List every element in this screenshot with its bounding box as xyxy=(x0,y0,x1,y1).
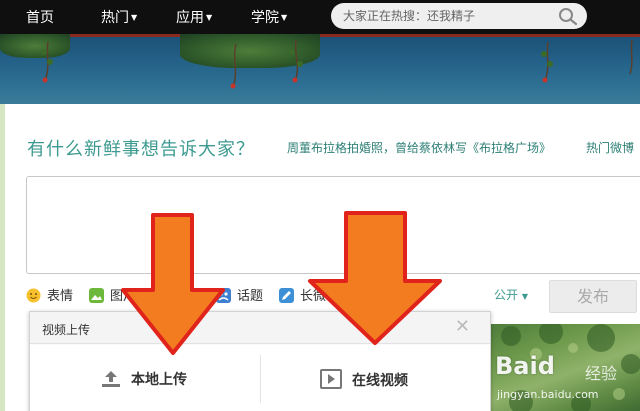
chevron-down-icon: ▼ xyxy=(281,13,288,22)
long-weibo-label: 长微博 xyxy=(300,289,340,304)
upload-icon xyxy=(102,371,120,387)
popup-divider xyxy=(260,355,261,403)
topic-label: 话题 xyxy=(237,289,264,304)
chevron-down-icon: ▼ xyxy=(131,13,138,22)
popup-header: 视频上传 ✕ xyxy=(30,312,490,344)
emoji-label: 表情 xyxy=(47,289,74,304)
edit-icon xyxy=(279,288,294,303)
local-upload-label: 本地上传 xyxy=(131,372,187,388)
image-icon xyxy=(89,288,104,303)
watermark-url: jingyan.baidu.com xyxy=(497,388,599,401)
header-banner xyxy=(0,34,640,104)
chevron-down-icon: ▼ xyxy=(521,292,528,301)
image-label: 图片 xyxy=(110,289,137,304)
top-nav-bar: 首页 热门 ▼ 应用 ▼ 学院 ▼ xyxy=(0,0,640,34)
nav-apps-label: 应用 xyxy=(176,10,204,26)
nav-apps[interactable]: 应用 ▼ xyxy=(176,7,212,27)
hot-topic-link[interactable]: 周董布拉格拍婚照，曾给蔡依林写《布拉格广场》 xyxy=(287,139,551,156)
popup-title: 视频上传 xyxy=(42,323,91,337)
popup-body: 本地上传 在线视频 xyxy=(30,345,490,411)
side-photo: Baid 经验 jingyan.baidu.com xyxy=(491,324,640,411)
visibility-select[interactable]: 公开 ▼ xyxy=(494,286,528,303)
jingyan-watermark: 经验 xyxy=(585,364,618,383)
video-button[interactable]: 视频 xyxy=(152,285,178,303)
long-weibo-button[interactable]: 长微博 xyxy=(279,285,340,304)
smile-icon xyxy=(26,288,41,303)
play-icon xyxy=(320,369,342,389)
composer-prompt: 有什么新鲜事想告诉大家？ xyxy=(27,139,255,160)
search-input[interactable] xyxy=(343,7,553,25)
topic-icon xyxy=(216,288,231,303)
publish-button[interactable]: 发布 xyxy=(549,280,637,313)
video-upload-popup: 视频上传 ✕ 本地上传 在线视频 xyxy=(29,311,491,411)
search-icon[interactable] xyxy=(557,6,579,26)
image-button[interactable]: 图片 xyxy=(89,285,137,304)
nav-home[interactable]: 首页 xyxy=(26,7,54,27)
banner-decoration xyxy=(41,39,633,89)
post-textarea[interactable] xyxy=(26,176,640,274)
close-icon[interactable]: ✕ xyxy=(455,316,470,337)
local-upload-button[interactable]: 本地上传 xyxy=(101,369,187,389)
nav-academy-label: 学院 xyxy=(251,10,279,26)
online-video-button[interactable]: 在线视频 xyxy=(320,369,408,390)
nav-academy[interactable]: 学院 ▼ xyxy=(251,7,287,27)
topic-button[interactable]: 话题 xyxy=(216,285,264,304)
hot-weibo-link[interactable]: 热门微博 xyxy=(586,139,634,156)
emoji-button[interactable]: 表情 xyxy=(26,285,74,304)
search-box xyxy=(331,3,587,29)
baidu-watermark: Baid xyxy=(495,352,555,380)
chevron-down-icon: ▼ xyxy=(206,13,213,22)
nav-hot[interactable]: 热门 ▼ xyxy=(101,7,137,27)
visibility-label: 公开 xyxy=(494,288,519,302)
online-video-label: 在线视频 xyxy=(352,373,408,389)
nav-hot-label: 热门 xyxy=(101,10,129,26)
